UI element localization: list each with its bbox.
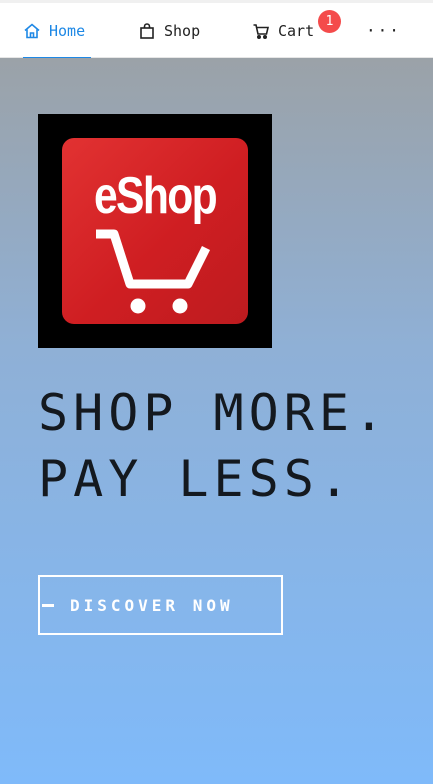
hero-banner: eShop SHOP MORE. PAY LESS. DISCOVER NOW	[0, 58, 433, 784]
cart-count-badge: 1	[318, 10, 341, 33]
nav-tab-shop[interactable]: Shop	[138, 3, 200, 58]
home-icon	[23, 22, 41, 40]
logo-text: eShop	[93, 167, 218, 225]
discover-now-label: DISCOVER NOW	[70, 595, 234, 615]
eshop-logo: eShop	[38, 114, 272, 348]
cart-icon	[252, 22, 270, 40]
nav-tab-label: Shop	[164, 21, 201, 40]
hero-headline: SHOP MORE. PAY LESS.	[38, 380, 389, 512]
nav-tab-label: Home	[49, 21, 86, 40]
discover-now-button[interactable]: DISCOVER NOW	[38, 575, 283, 635]
shopping-bag-icon	[138, 22, 156, 40]
dash-icon	[42, 603, 54, 607]
more-menu-button[interactable]: ···	[366, 3, 401, 58]
top-nav-bar: Home Shop Cart 1 ···	[0, 0, 433, 59]
nav-tab-home[interactable]: Home	[23, 3, 91, 59]
headline-line-2: PAY LESS.	[38, 450, 354, 508]
logo-cart-icon	[96, 229, 211, 314]
logo-badge: eShop	[62, 138, 248, 324]
nav-tab-label: Cart	[278, 21, 315, 40]
headline-line-1: SHOP MORE.	[38, 384, 390, 442]
nav-tab-cart[interactable]: Cart	[252, 3, 314, 58]
